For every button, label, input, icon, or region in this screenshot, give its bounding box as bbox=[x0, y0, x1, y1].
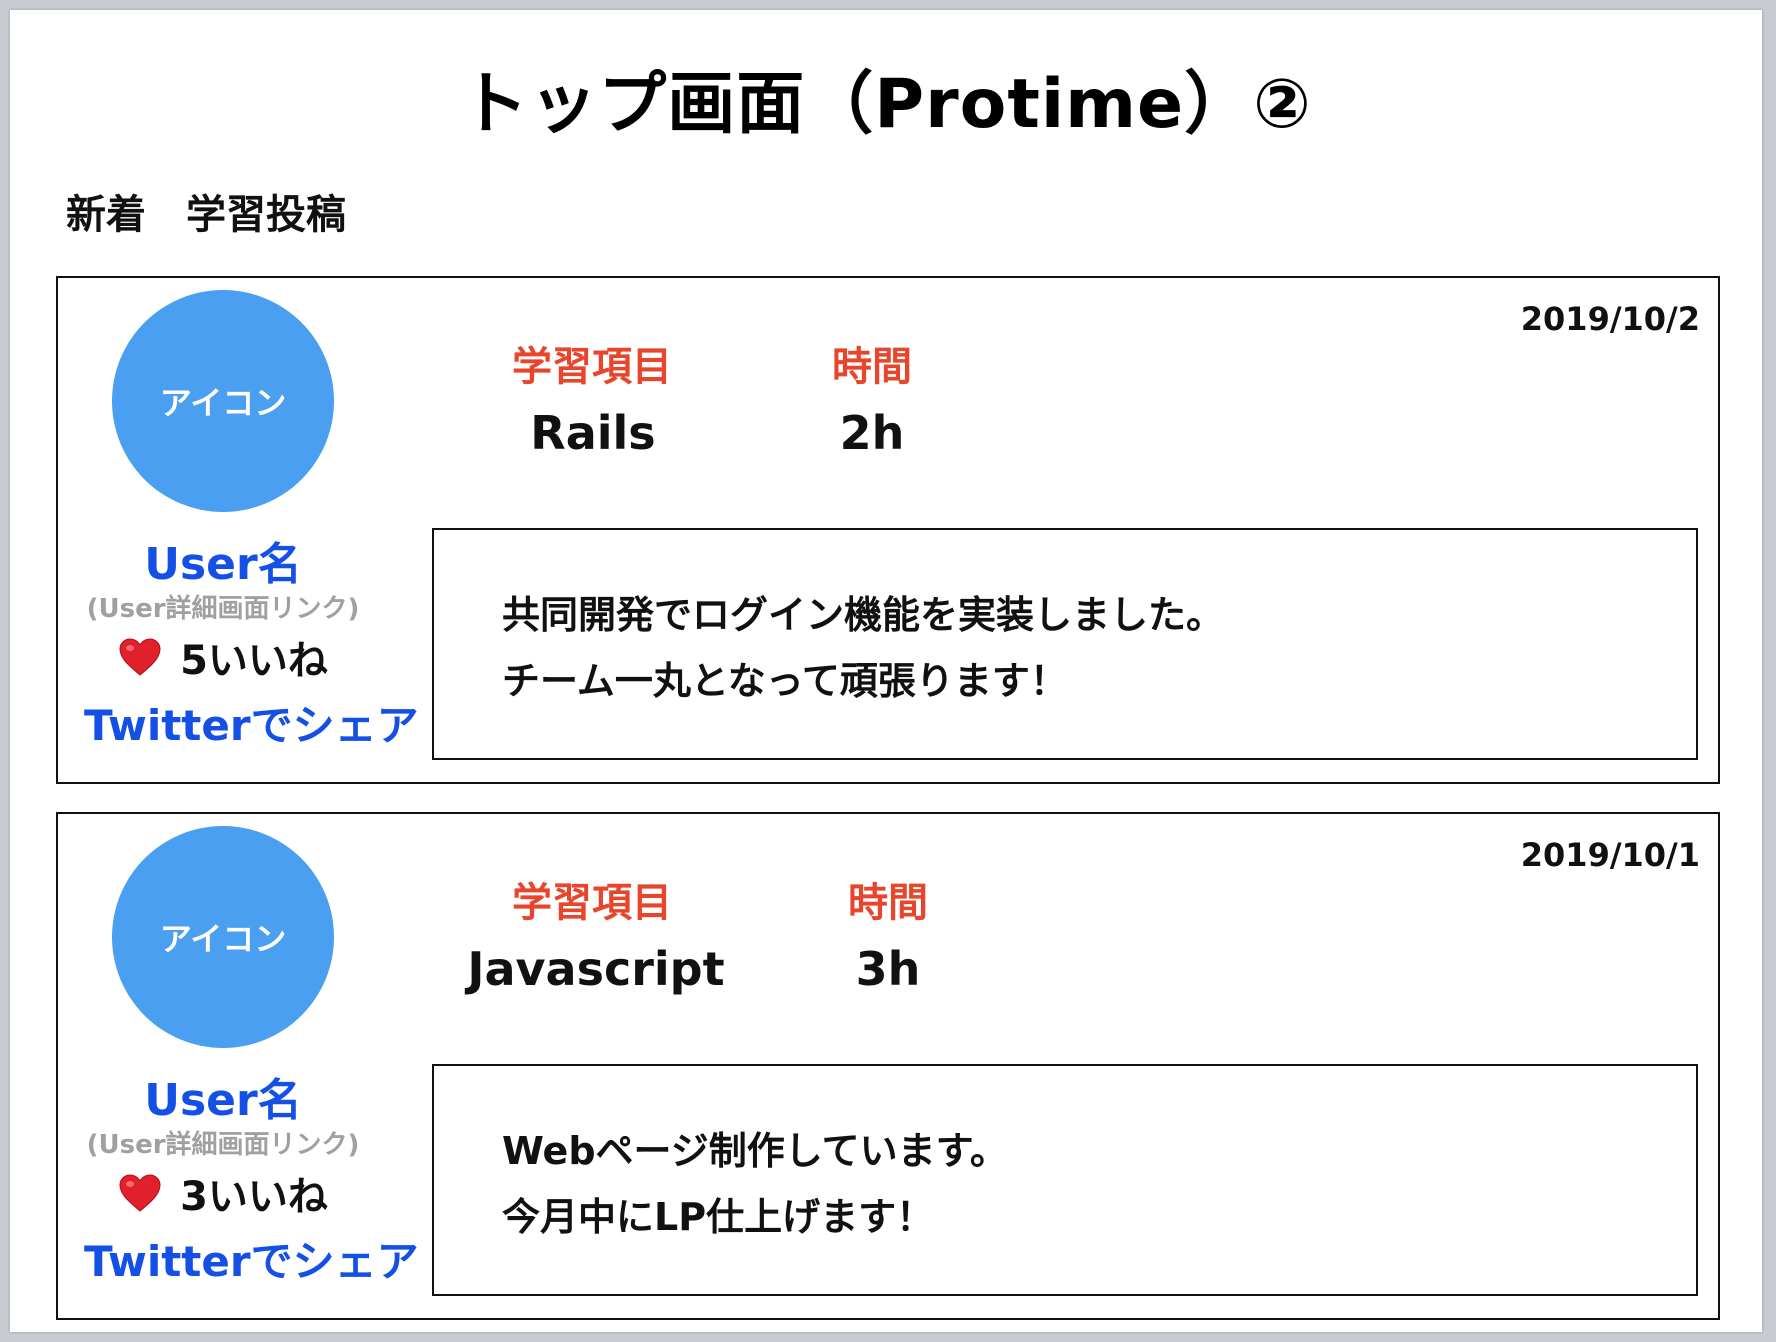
heart-icon bbox=[119, 1174, 161, 1212]
post-body-line: 今月中にLP仕上げます！ bbox=[502, 1195, 935, 1239]
user-name-link[interactable]: User名 bbox=[58, 528, 388, 592]
post-date: 2019/10/2 bbox=[1520, 300, 1700, 338]
user-detail-link-note: (User詳細画面リンク) bbox=[86, 594, 360, 624]
study-item-value: Javascript bbox=[467, 942, 725, 996]
page-title: トップ画面（Protime）② bbox=[460, 65, 1312, 144]
time-label: 時間 bbox=[848, 880, 928, 926]
study-item-label: 学習項目 bbox=[512, 880, 672, 926]
like-button[interactable]: 3いいね bbox=[58, 1164, 388, 1222]
post-date: 2019/10/1 bbox=[1520, 836, 1700, 874]
post-body-line: 共同開発でログイン機能を実装しました。 bbox=[502, 593, 1225, 637]
like-count: 5いいね bbox=[180, 638, 328, 684]
like-button[interactable]: 5いいね bbox=[58, 628, 388, 686]
post-body-line: チーム一丸となって頑張ります！ bbox=[502, 659, 1068, 703]
user-detail-link-note: (User詳細画面リンク) bbox=[86, 1130, 360, 1160]
post-body: Webページ制作しています。 今月中にLP仕上げます！ bbox=[432, 1064, 1698, 1296]
time-value: 3h bbox=[855, 942, 921, 996]
user-name-link[interactable]: User名 bbox=[58, 1064, 388, 1128]
post-body-line: Webページ制作しています。 bbox=[502, 1129, 1008, 1173]
twitter-share-link[interactable]: Twitterでシェア bbox=[84, 1228, 419, 1289]
time-value: 2h bbox=[839, 406, 905, 460]
slide: トップ画面（Protime）② 新着 学習投稿 2019/10/2 アイコン U… bbox=[10, 10, 1762, 1332]
avatar[interactable]: アイコン bbox=[112, 826, 334, 1048]
section-title: 新着 学習投稿 bbox=[66, 192, 346, 238]
avatar-label: アイコン bbox=[159, 384, 287, 422]
post-card: 2019/10/2 アイコン User名 (User詳細画面リンク) 5いいね … bbox=[56, 276, 1720, 784]
like-count: 3いいね bbox=[180, 1174, 328, 1220]
twitter-share-link[interactable]: Twitterでシェア bbox=[84, 692, 419, 753]
post-body: 共同開発でログイン機能を実装しました。 チーム一丸となって頑張ります！ bbox=[432, 528, 1698, 760]
time-label: 時間 bbox=[832, 344, 912, 390]
avatar-label: アイコン bbox=[159, 920, 287, 958]
study-item-label: 学習項目 bbox=[512, 344, 672, 390]
avatar[interactable]: アイコン bbox=[112, 290, 334, 512]
post-card: 2019/10/1 アイコン User名 (User詳細画面リンク) 3いいね … bbox=[56, 812, 1720, 1320]
study-item-value: Rails bbox=[530, 406, 656, 460]
heart-icon bbox=[119, 638, 161, 676]
